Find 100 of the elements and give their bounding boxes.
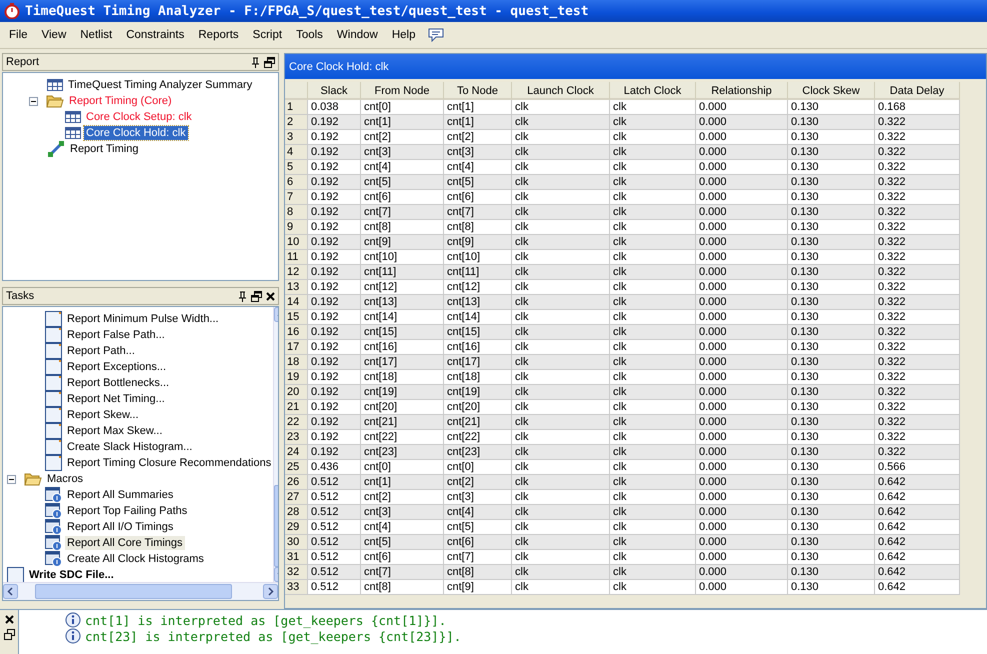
tree-item[interactable]: Core Clock Setup: clk <box>84 110 194 124</box>
table-cell: clk <box>512 490 610 505</box>
table-cell: 0.130 <box>788 190 875 205</box>
table-cell: clk <box>610 310 696 325</box>
table-cell: 0.322 <box>875 220 960 235</box>
table-cell: 0.322 <box>875 265 960 280</box>
table-cell: 0.322 <box>875 145 960 160</box>
collapse-toggle[interactable] <box>29 96 38 106</box>
row-number: 5 <box>285 160 308 175</box>
column-header[interactable]: From Node <box>361 82 444 100</box>
table-icon <box>65 111 81 123</box>
tree-item[interactable]: Report Exceptions... <box>65 360 168 374</box>
tree-item[interactable]: Macros <box>45 472 86 486</box>
column-header[interactable]: Slack <box>308 82 361 100</box>
tree-item[interactable]: Report Timing (Core) <box>67 94 174 108</box>
tree-item[interactable]: Create Slack Histogram... <box>65 440 194 454</box>
table-cell: clk <box>610 580 696 595</box>
window-icon <box>45 391 62 407</box>
table-cell: clk <box>610 355 696 370</box>
tree-item[interactable]: Core Clock Hold: clk <box>84 126 188 140</box>
table-cell: 0.192 <box>308 145 361 160</box>
row-number: 6 <box>285 175 308 190</box>
tree-item[interactable]: Report All Core Timings <box>65 536 185 550</box>
tree-item[interactable]: Write SDC File... <box>27 568 116 582</box>
restore-icon[interactable] <box>264 56 275 68</box>
menu-item[interactable]: Constraints <box>119 29 192 41</box>
menu-item[interactable]: File <box>2 29 35 41</box>
table-cell: clk <box>610 295 696 310</box>
table-cell: clk <box>610 235 696 250</box>
tree-item[interactable]: Report Bottlenecks... <box>65 376 172 390</box>
tree-item[interactable]: Report False Path... <box>65 328 167 342</box>
tree-item[interactable]: Report Minimum Pulse Width... <box>65 312 221 326</box>
close-icon[interactable] <box>266 292 275 300</box>
table-cell: clk <box>512 160 610 175</box>
column-header[interactable]: Clock Skew <box>788 82 875 100</box>
menu-item[interactable]: Netlist <box>73 29 120 41</box>
pin-icon[interactable] <box>251 56 260 68</box>
window-icon <box>45 343 62 359</box>
tree-item[interactable]: Report Path... <box>65 344 137 358</box>
window-icon <box>45 455 62 471</box>
table-cell: cnt[1] <box>444 115 512 130</box>
tree-item[interactable]: Report All I/O Timings <box>65 520 176 534</box>
table-cell: 0.192 <box>308 310 361 325</box>
table-cell: 0.322 <box>875 295 960 310</box>
table-cell: clk <box>512 580 610 595</box>
table-cell: 0.322 <box>875 205 960 220</box>
tree-item[interactable]: Create All Clock Histograms <box>65 552 206 566</box>
tree-item[interactable]: Report Net Timing... <box>65 392 167 406</box>
table-cell: cnt[20] <box>444 400 512 415</box>
table-cell: cnt[8] <box>361 580 444 595</box>
table-cell: 0.322 <box>875 400 960 415</box>
table-cell: cnt[0] <box>361 100 444 115</box>
menu-item[interactable]: Window <box>330 29 385 41</box>
restore-icon[interactable] <box>4 629 14 640</box>
table-cell: cnt[2] <box>444 475 512 490</box>
column-header[interactable]: Latch Clock <box>610 82 696 100</box>
menu-item[interactable]: Reports <box>191 29 246 41</box>
tree-item[interactable]: Report Top Failing Paths <box>65 504 190 518</box>
tree-item[interactable]: Report Timing Closure Recommendations <box>65 456 274 470</box>
tree-item[interactable]: Report Timing <box>68 142 140 156</box>
table-cell: 0.436 <box>308 460 361 475</box>
menu-item[interactable]: Script <box>246 29 290 41</box>
scroll-right-icon[interactable] <box>263 584 278 599</box>
close-icon[interactable] <box>4 615 14 624</box>
menu-item[interactable]: Tools <box>289 29 330 41</box>
tree-item[interactable]: Report All Summaries <box>65 488 176 502</box>
table-cell: 0.000 <box>696 490 788 505</box>
row-number: 1 <box>285 100 308 115</box>
row-number: 25 <box>285 460 308 475</box>
table-cell: clk <box>610 550 696 565</box>
tree-item[interactable]: TimeQuest Timing Analyzer Summary <box>66 78 254 92</box>
table-cell: 0.130 <box>788 475 875 490</box>
tree-item[interactable]: Report Max Skew... <box>65 424 164 438</box>
table-cell: clk <box>610 490 696 505</box>
collapse-toggle[interactable] <box>7 474 16 484</box>
tree-item[interactable]: Report Skew... <box>65 408 141 422</box>
table-cell: clk <box>512 145 610 160</box>
horizontal-scrollbar[interactable] <box>3 582 278 600</box>
comment-icon[interactable] <box>428 28 444 42</box>
column-header[interactable]: Relationship <box>696 82 788 100</box>
table-cell: 0.192 <box>308 205 361 220</box>
pin-icon[interactable] <box>238 290 247 302</box>
table-cell: cnt[7] <box>444 550 512 565</box>
table-cell: 0.642 <box>875 535 960 550</box>
menu-item[interactable]: Help <box>384 29 422 41</box>
table-cell: clk <box>610 370 696 385</box>
menu-item[interactable]: View <box>34 29 74 41</box>
column-header[interactable]: Data Delay <box>875 82 960 100</box>
restore-icon[interactable] <box>251 290 262 302</box>
column-header[interactable]: To Node <box>444 82 512 100</box>
table-cell: clk <box>610 145 696 160</box>
window-icon <box>45 407 62 423</box>
table-cell: 0.192 <box>308 340 361 355</box>
table-cell: 0.130 <box>788 280 875 295</box>
table-cell: clk <box>512 355 610 370</box>
scroll-left-icon[interactable] <box>3 584 18 599</box>
table-cell: clk <box>610 115 696 130</box>
table-cell: cnt[7] <box>361 205 444 220</box>
column-header[interactable]: Launch Clock <box>512 82 610 100</box>
table-cell: cnt[18] <box>361 370 444 385</box>
